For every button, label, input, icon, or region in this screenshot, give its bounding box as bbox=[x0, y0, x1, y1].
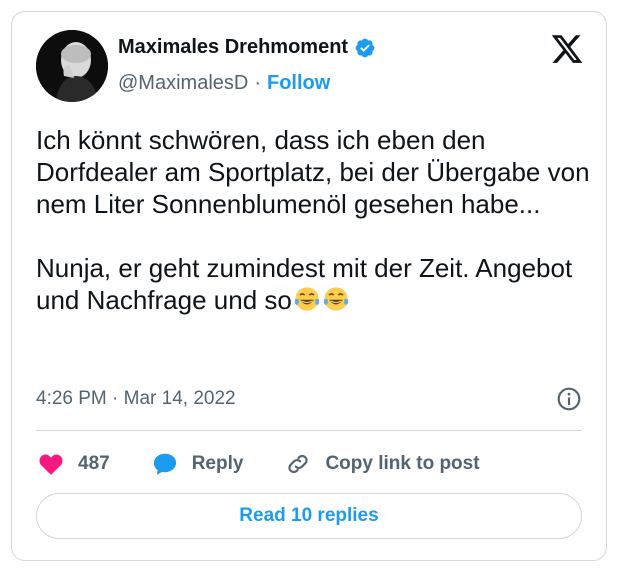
timestamp[interactable]: 4:26 PM · Mar 14, 2022 bbox=[36, 388, 236, 410]
action-bar: 487 Reply Copy link to post bbox=[38, 448, 522, 480]
copy-link-button[interactable]: Copy link to post bbox=[285, 451, 480, 477]
tweet-text: Ich könnt schwören, dass ich eben den Do… bbox=[36, 124, 596, 316]
reply-label: Reply bbox=[191, 453, 244, 474]
divider bbox=[36, 430, 582, 431]
tears-of-joy-emoji-icon bbox=[323, 287, 349, 311]
tears-of-joy-emoji-icon bbox=[294, 287, 320, 311]
like-button[interactable]: 487 bbox=[38, 451, 110, 477]
info-icon[interactable] bbox=[556, 386, 582, 412]
like-count: 487 bbox=[78, 453, 110, 474]
copy-link-label: Copy link to post bbox=[325, 453, 480, 474]
tweet-card: Maximales Drehmoment @MaximalesD · Follo… bbox=[11, 11, 607, 561]
link-icon bbox=[288, 454, 309, 474]
x-logo-icon[interactable] bbox=[550, 32, 584, 66]
verified-badge-icon bbox=[355, 38, 375, 57]
avatar-image bbox=[36, 30, 108, 102]
handle-row: @MaximalesD · Follow bbox=[118, 72, 330, 95]
read-replies-button[interactable]: Read 10 replies bbox=[36, 493, 582, 539]
avatar[interactable] bbox=[36, 30, 108, 102]
reply-bubble-icon bbox=[153, 453, 176, 475]
display-name[interactable]: Maximales Drehmoment bbox=[118, 36, 348, 59]
reply-button[interactable]: Reply bbox=[152, 451, 244, 477]
name-row: Maximales Drehmoment bbox=[118, 36, 376, 59]
handle[interactable]: @MaximalesD bbox=[118, 72, 248, 95]
heart-icon bbox=[39, 454, 63, 475]
separator-dot: · bbox=[254, 72, 261, 94]
follow-button[interactable]: Follow bbox=[267, 72, 330, 95]
